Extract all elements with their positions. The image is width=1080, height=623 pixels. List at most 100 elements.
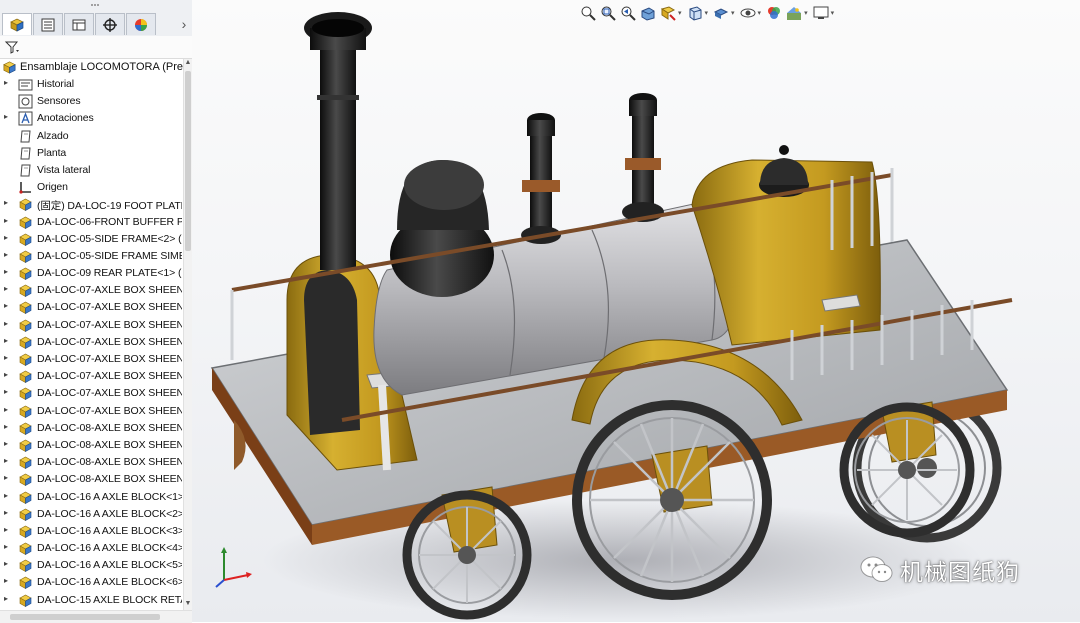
scroll-down-arrow[interactable]: ▼	[184, 600, 192, 610]
tree-item[interactable]: ▸ DA-LOC-16 A AXLE BLOCK<4>	[0, 540, 182, 557]
tree-item[interactable]: Planta	[0, 145, 182, 162]
scroll-up-arrow[interactable]: ▲	[184, 59, 192, 69]
tree-item[interactable]: ▸ DA-LOC-16 A AXLE BLOCK<6>	[0, 574, 182, 591]
expand-arrow-icon[interactable]: ▸	[4, 353, 12, 362]
tab-display-manager[interactable]	[126, 13, 156, 35]
expand-arrow-icon[interactable]: ▸	[4, 301, 12, 310]
scroll-thumb[interactable]	[185, 71, 191, 251]
tree-item[interactable]: ▸ DA-LOC-08-AXLE BOX SHEEN F	[0, 454, 182, 471]
tree-item[interactable]: Sensores	[0, 93, 182, 110]
graphics-area[interactable]: ▾ ▾ ▾ ▾ ▾ ▾ 机械图纸狗	[192, 0, 1080, 622]
expand-arrow-icon[interactable]: ▸	[4, 319, 12, 328]
tree-item-label: DA-LOC-07-AXLE BOX SHEEN F	[37, 353, 182, 365]
part-icon	[18, 283, 33, 298]
expand-arrow-icon[interactable]: ▸	[4, 542, 12, 551]
tree-filter-row	[0, 36, 192, 59]
part-icon	[18, 404, 33, 419]
expand-arrow-icon[interactable]: ▸	[4, 508, 12, 517]
tree-item[interactable]: ▸ DA-LOC-07-AXLE BOX SHEEN F	[0, 282, 182, 299]
tab-dimxpert-manager[interactable]	[95, 13, 125, 35]
tree-item[interactable]: ▸ DA-LOC-09 REAR PLATE<1> (Pr	[0, 265, 182, 282]
expand-arrow-icon[interactable]: ▸	[4, 422, 12, 431]
tree-item-label: DA-LOC-08-AXLE BOX SHEEN F	[37, 421, 182, 434]
part-icon	[18, 593, 33, 608]
tree-item[interactable]: ▸ (固定) DA-LOC-19 FOOT PLATE<	[0, 196, 182, 213]
expand-arrow-icon[interactable]: ▸	[4, 78, 12, 87]
tree-item[interactable]: ▸ Anotaciones	[0, 110, 182, 127]
tree-item[interactable]: ▸ DA-LOC-07-AXLE BOX SHEEN F	[0, 317, 182, 334]
tree-item-label: Anotaciones	[37, 112, 94, 125]
expand-arrow-icon[interactable]: ▸	[4, 216, 12, 225]
expand-arrow-icon[interactable]: ▸	[4, 594, 12, 603]
tree-item[interactable]: ▸ DA-LOC-16 A AXLE BLOCK<3>	[0, 523, 182, 540]
tree-item[interactable]: ▸ DA-LOC-08-AXLE BOX SHEEN F	[0, 437, 182, 454]
configuration-manager-icon	[72, 19, 86, 30]
annotations-icon	[18, 111, 33, 126]
pane-expand-arrow[interactable]: ›	[178, 16, 190, 32]
expand-arrow-icon[interactable]: ▸	[4, 198, 12, 207]
watermark: 机械图纸狗	[860, 548, 1020, 592]
expand-arrow-icon[interactable]: ▸	[4, 525, 12, 534]
tree-item[interactable]: ▸ DA-LOC-05-SIDE FRAME<2> (P	[0, 231, 182, 248]
tree-item[interactable]: ▸ DA-LOC-08-AXLE BOX SHEEN F	[0, 420, 182, 437]
expand-arrow-icon[interactable]: ▸	[4, 491, 12, 500]
tree-item[interactable]: ▸ DA-LOC-16 A AXLE BLOCK<2>	[0, 506, 182, 523]
expand-arrow-icon[interactable]: ▸	[4, 250, 12, 259]
tree-item[interactable]: ▸ DA-LOC-16 A AXLE BLOCK<5>	[0, 557, 182, 574]
hscroll-thumb[interactable]	[10, 614, 160, 620]
expand-arrow-icon[interactable]: ▸	[4, 456, 12, 465]
part-icon	[18, 541, 33, 556]
tree-item[interactable]: ▸ DA-LOC-07-AXLE BOX SHEEN F	[0, 299, 182, 316]
tree-item[interactable]: Vista lateral	[0, 162, 182, 179]
tab-property-manager[interactable]	[33, 13, 63, 35]
expand-arrow-icon[interactable]: ▸	[4, 473, 12, 482]
tree-item[interactable]: ▸ DA-LOC-07-AXLE BOX SHEEN F	[0, 385, 182, 402]
tab-feature-manager[interactable]	[2, 13, 32, 35]
tree-item[interactable]: ▸ DA-LOC-07-AXLE BOX SHEEN F	[0, 403, 182, 420]
tree-item-label: DA-LOC-09 REAR PLATE<1> (Pr	[37, 267, 182, 280]
tab-configuration-manager[interactable]	[64, 13, 94, 35]
part-icon	[18, 318, 33, 333]
part-icon	[18, 421, 33, 436]
dimxpert-manager-icon	[103, 17, 117, 32]
tree-item-label: DA-LOC-07-AXLE BOX SHEEN F	[37, 284, 182, 297]
tree-item[interactable]: ▸ DA-LOC-15 AXLE BLOCK RETAI	[0, 592, 182, 609]
expand-arrow-icon[interactable]: ▸	[4, 405, 12, 414]
expand-arrow-icon[interactable]: ▸	[4, 336, 12, 345]
tree-item-label: DA-LOC-07-AXLE BOX SHEEN F	[37, 387, 182, 400]
tree-item[interactable]: ▸ Historial	[0, 76, 182, 93]
plane-icon	[18, 129, 33, 144]
part-icon	[18, 266, 33, 281]
expand-arrow-icon[interactable]: ▸	[4, 267, 12, 276]
chimney	[304, 12, 372, 270]
expand-arrow-icon[interactable]: ▸	[4, 439, 12, 448]
expand-arrow-icon[interactable]: ▸	[4, 387, 12, 396]
expand-arrow-icon[interactable]: ▸	[4, 576, 12, 585]
assembly-icon	[3, 61, 16, 74]
tree-item[interactable]: ▸ DA-LOC-16 A AXLE BLOCK<1>	[0, 489, 182, 506]
expand-arrow-icon[interactable]: ▸	[4, 284, 12, 293]
expand-arrow-icon[interactable]: ▸	[4, 233, 12, 242]
part-icon	[18, 232, 33, 247]
tree-item-label: Sensores	[37, 95, 81, 108]
tree-item[interactable]: ▸ DA-LOC-06-FRONT BUFFER PLA	[0, 214, 182, 231]
tree-item-label: Vista lateral	[37, 163, 91, 176]
part-icon	[18, 558, 33, 573]
tree-item[interactable]: ▸ DA-LOC-07-AXLE BOX SHEEN F	[0, 334, 182, 351]
expand-arrow-icon[interactable]: ▸	[4, 112, 12, 121]
tree-root-assembly[interactable]: Ensamblaje LOCOMOTORA (Prede	[0, 59, 192, 76]
tree-item[interactable]: ▸ DA-LOC-07-AXLE BOX SHEEN F	[0, 368, 182, 385]
tree-horizontal-scrollbar[interactable]	[0, 610, 192, 623]
tree-item-label: Origen	[37, 181, 68, 194]
expand-arrow-icon[interactable]: ▸	[4, 370, 12, 379]
tree-item[interactable]: ▸ DA-LOC-05-SIDE FRAME SIMET	[0, 248, 182, 265]
part-icon	[18, 352, 33, 367]
tree-item[interactable]: Alzado	[0, 128, 182, 145]
tree-item[interactable]: Origen	[0, 179, 182, 196]
expand-arrow-icon[interactable]: ▸	[4, 559, 12, 568]
tree-item[interactable]: ▸ DA-LOC-08-AXLE BOX SHEEN F	[0, 471, 182, 488]
tree-item-label: DA-LOC-07-AXLE BOX SHEEN F	[37, 301, 182, 314]
tree-vertical-scrollbar[interactable]: ▲ ▼	[183, 59, 192, 610]
tree-item[interactable]: ▸ DA-LOC-07-AXLE BOX SHEEN F	[0, 351, 182, 368]
filter-icon[interactable]	[4, 39, 20, 55]
